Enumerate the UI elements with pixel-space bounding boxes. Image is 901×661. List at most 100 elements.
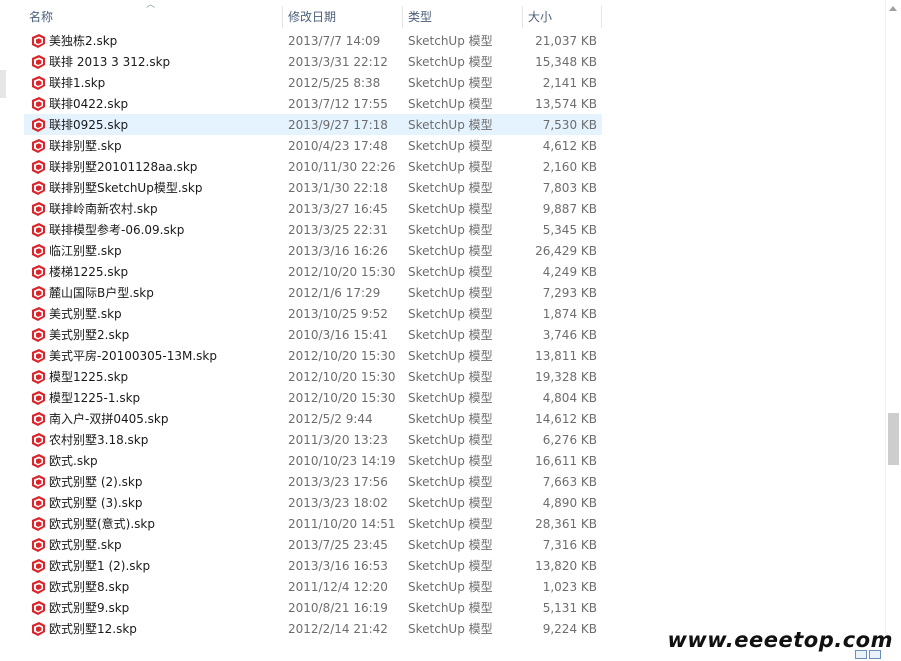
file-name-cell: 欧式别墅12.skp — [24, 620, 283, 637]
file-type: SketchUp 模型 — [408, 118, 493, 132]
file-row[interactable]: 南入户-双拼0405.skp 2012/5/2 9:44 SketchUp 模型 14… — [24, 408, 602, 429]
column-header-type[interactable]: 类型 — [403, 6, 523, 28]
sketchup-file-icon — [32, 558, 45, 573]
file-row[interactable]: 模型1225-1.skp 2012/10/20 15:30 SketchUp 模型 4… — [24, 387, 602, 408]
sketchup-file-icon — [32, 33, 45, 48]
pane-splitter-notch[interactable] — [0, 70, 6, 98]
file-row[interactable]: 欧式别墅9.skp 2010/8/21 16:19 SketchUp 模型 5,131… — [24, 597, 602, 618]
file-type: SketchUp 模型 — [408, 223, 493, 237]
scrollbar-thumb[interactable] — [888, 413, 899, 465]
file-name: 麓山国际B户型.skp — [49, 286, 154, 300]
file-row[interactable]: 欧式别墅1 (2).skp 2013/3/16 16:53 SketchUp 模型 1… — [24, 555, 602, 576]
file-name: 美式平房-20100305-13M.skp — [49, 349, 217, 363]
column-header-date[interactable]: 修改日期 — [283, 6, 403, 28]
file-row[interactable]: 临江别墅.skp 2013/3/16 16:26 SketchUp 模型 26,429… — [24, 240, 602, 261]
file-size: 6,276 KB — [542, 432, 597, 447]
file-name-cell: 美式平房-20100305-13M.skp — [24, 347, 283, 364]
file-name-cell: 欧式别墅.skp — [24, 536, 283, 553]
file-row[interactable]: 欧式.skp 2010/10/23 14:19 SketchUp 模型 16,611 … — [24, 450, 602, 471]
file-row[interactable]: 联排0422.skp 2013/7/12 17:55 SketchUp 模型 13,5… — [24, 93, 602, 114]
column-header-size[interactable]: 大小 — [523, 6, 602, 28]
file-name-cell: 美独栋2.skp — [24, 32, 283, 49]
file-size: 4,249 KB — [542, 264, 597, 279]
sketchup-file-icon — [32, 369, 45, 384]
file-modified-date: 2012/1/6 17:29 — [288, 285, 381, 300]
sketchup-file-icon — [32, 621, 45, 636]
sketchup-file-icon — [32, 474, 45, 489]
file-row[interactable]: 欧式别墅 (2).skp 2013/3/23 17:56 SketchUp 模型 7,… — [24, 471, 602, 492]
file-name: 联排模型参考-06.09.skp — [49, 223, 185, 237]
watermark-text: www.eeeetop.com — [667, 628, 893, 652]
file-size: 2,160 KB — [542, 159, 597, 174]
file-modified-date: 2013/3/25 22:31 — [288, 222, 388, 237]
file-row[interactable]: 楼梯1225.skp 2012/10/20 15:30 SketchUp 模型 4,2… — [24, 261, 602, 282]
file-size: 14,612 KB — [535, 411, 597, 426]
file-row[interactable]: 欧式别墅 (3).skp 2013/3/23 18:02 SketchUp 模型 4,… — [24, 492, 602, 513]
file-name-cell: 农村别墅3.18.skp — [24, 431, 283, 448]
file-name-cell: 联排岭南新农村.skp — [24, 200, 283, 217]
file-modified-date: 2012/5/2 9:44 — [288, 411, 373, 426]
file-name: 联排0925.skp — [49, 118, 129, 132]
sketchup-file-icon — [32, 327, 45, 342]
file-row[interactable]: 美独栋2.skp 2013/7/7 14:09 SketchUp 模型 21,037 … — [24, 30, 602, 51]
file-modified-date: 2010/11/30 22:26 — [288, 159, 396, 174]
file-size: 19,328 KB — [535, 369, 597, 384]
file-row[interactable]: 美式别墅.skp 2013/10/25 9:52 SketchUp 模型 1,874 … — [24, 303, 602, 324]
file-modified-date: 2012/10/20 15:30 — [288, 390, 396, 405]
file-name-cell: 联排1.skp — [24, 74, 283, 91]
file-row[interactable]: 麓山国际B户型.skp 2012/1/6 17:29 SketchUp 模型 7,29… — [24, 282, 602, 303]
file-row[interactable]: 联排 2013 3 312.skp 2013/3/31 22:12 SketchUp… — [24, 51, 602, 72]
file-row[interactable]: 欧式别墅12.skp 2012/2/14 21:42 SketchUp 模型 9,22… — [24, 618, 602, 639]
file-type: SketchUp 模型 — [408, 286, 493, 300]
file-row[interactable]: 联排别墅.skp 2010/4/23 17:48 SketchUp 模型 4,612 … — [24, 135, 602, 156]
file-modified-date: 2011/3/20 13:23 — [288, 432, 388, 447]
file-type: SketchUp 模型 — [408, 307, 493, 321]
sketchup-file-icon — [32, 579, 45, 594]
file-modified-date: 2012/10/20 15:30 — [288, 369, 396, 384]
file-size: 13,820 KB — [535, 558, 597, 573]
scroll-up-arrow-icon[interactable] — [889, 6, 897, 11]
sketchup-file-icon — [32, 75, 45, 90]
file-name: 模型1225-1.skp — [49, 391, 141, 405]
file-row[interactable]: 欧式别墅(意式).skp 2011/10/20 14:51 SketchUp 模型 2… — [24, 513, 602, 534]
sketchup-file-icon — [32, 348, 45, 363]
file-type: SketchUp 模型 — [408, 370, 493, 384]
sketchup-file-icon — [32, 264, 45, 279]
sketchup-file-icon — [32, 432, 45, 447]
file-name-cell: 楼梯1225.skp — [24, 263, 283, 280]
column-header-type-label: 类型 — [408, 10, 433, 24]
file-row[interactable]: 联排模型参考-06.09.skp 2013/3/25 22:31 SketchUp … — [24, 219, 602, 240]
file-row[interactable]: 联排岭南新农村.skp 2013/3/27 16:45 SketchUp 模型 9,8… — [24, 198, 602, 219]
file-row[interactable]: 联排0925.skp 2013/9/27 17:18 SketchUp 模型 7,53… — [24, 114, 602, 135]
file-name: 联排别墅SketchUp模型.skp — [49, 181, 203, 195]
sketchup-file-icon — [32, 117, 45, 132]
file-row[interactable]: 联排别墅20101128aa.skp 2010/11/30 22:26 Sketch… — [24, 156, 602, 177]
file-modified-date: 2013/7/25 23:45 — [288, 537, 388, 552]
sketchup-file-icon — [32, 201, 45, 216]
file-name: 美独栋2.skp — [49, 34, 118, 48]
file-size: 7,803 KB — [542, 180, 597, 195]
file-row[interactable]: 模型1225.skp 2012/10/20 15:30 SketchUp 模型 19,… — [24, 366, 602, 387]
sort-ascending-icon: ︿ — [146, 0, 156, 10]
file-row[interactable]: 美式别墅2.skp 2010/3/16 15:41 SketchUp 模型 3,746… — [24, 324, 602, 345]
file-name-cell: 美式别墅2.skp — [24, 326, 283, 343]
file-row[interactable]: 农村别墅3.18.skp 2011/3/20 13:23 SketchUp 模型 6,… — [24, 429, 602, 450]
file-row[interactable]: 联排1.skp 2012/5/25 8:38 SketchUp 模型 2,141 KB — [24, 72, 602, 93]
file-name: 美式别墅.skp — [49, 307, 122, 321]
sketchup-file-icon — [32, 390, 45, 405]
vertical-scrollbar[interactable] — [885, 0, 901, 640]
column-header-name[interactable]: ︿ 名称 — [24, 1, 283, 28]
file-size: 7,293 KB — [542, 285, 597, 300]
file-row[interactable]: 美式平房-20100305-13M.skp 2012/10/20 15:30 Ske… — [24, 345, 602, 366]
sketchup-file-icon — [32, 306, 45, 321]
file-type: SketchUp 模型 — [408, 475, 493, 489]
column-header-name-label: 名称 — [29, 10, 54, 24]
file-row[interactable]: 欧式别墅8.skp 2011/12/4 12:20 SketchUp 模型 1,023… — [24, 576, 602, 597]
file-name: 欧式别墅(意式).skp — [49, 517, 155, 531]
file-row[interactable]: 联排别墅SketchUp模型.skp 2013/1/30 22:18 SketchU… — [24, 177, 602, 198]
file-size: 15,348 KB — [535, 54, 597, 69]
file-modified-date: 2010/8/21 16:19 — [288, 600, 388, 615]
file-type: SketchUp 模型 — [408, 34, 493, 48]
file-type: SketchUp 模型 — [408, 160, 493, 174]
file-row[interactable]: 欧式别墅.skp 2013/7/25 23:45 SketchUp 模型 7,316 … — [24, 534, 602, 555]
